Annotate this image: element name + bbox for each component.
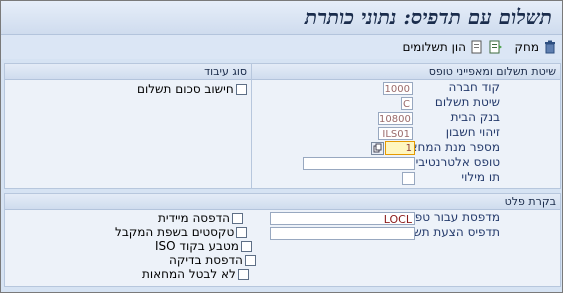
test-print-checkbox[interactable] xyxy=(244,254,256,266)
copy-icon xyxy=(373,143,382,153)
check-lot-field[interactable]: 1 xyxy=(385,141,415,155)
test-print-row[interactable]: הדפסת בדיקה xyxy=(169,253,256,267)
iso-currency-checkbox[interactable] xyxy=(240,240,252,252)
page-title: תשלום עם תדפיס: נתוני כותרת xyxy=(304,5,552,29)
output-control-section: בקרת פלט מדפסת עבור טפסים LOCL תדפיס הצע… xyxy=(4,193,561,287)
delete-button[interactable]: מחק xyxy=(514,38,558,56)
no-void-checks-row[interactable]: לא לבטל המחאות xyxy=(142,267,249,281)
search-help-button[interactable] xyxy=(371,142,384,155)
company-code-label: קוד חברה xyxy=(448,80,500,94)
title-bar: תשלום עם תדפיס: נתוני כותרת xyxy=(1,1,562,35)
filler-char-field[interactable] xyxy=(402,172,415,185)
calc-payment-amount-checkbox[interactable] xyxy=(235,83,247,95)
trash-icon xyxy=(542,39,558,55)
section-divider xyxy=(251,64,252,188)
iso-currency-row[interactable]: מטבע בקוד ISO xyxy=(155,239,252,253)
toolbar: מחק הון תשלומים xyxy=(1,35,562,59)
document-icon xyxy=(469,39,485,55)
recipient-language-label: טקסטים בשפת המקבל xyxy=(115,225,235,239)
print-immediately-label: הדפסה מיידית xyxy=(158,211,230,225)
recipient-language-row[interactable]: טקסטים בשפת המקבל xyxy=(115,225,248,239)
filler-char-label: תו מילוי xyxy=(461,170,500,184)
account-id-field[interactable]: ILS01 xyxy=(378,127,413,140)
alternate-form-label: טופס אלטרנטיבי xyxy=(415,155,500,169)
house-bank-label: בנק הבית xyxy=(450,110,500,124)
recipient-language-checkbox[interactable] xyxy=(236,226,248,238)
company-code-field[interactable]: 1000 xyxy=(383,82,413,95)
print-immediately-checkbox[interactable] xyxy=(231,212,243,224)
no-void-checks-label: לא לבטל המחאות xyxy=(142,267,236,281)
payment-method-section: שיטת תשלום ומאפייני טופס סוג עיבוד קוד ח… xyxy=(4,63,561,189)
payment-list-button[interactable]: הון תשלומים xyxy=(403,38,504,56)
form-printer-field[interactable]: LOCL xyxy=(270,212,415,226)
payment-list-label: הון תשלומים xyxy=(402,40,466,54)
proposal-print-field[interactable] xyxy=(270,227,415,240)
delete-label: מחק xyxy=(514,40,539,54)
processing-type-header: סוג עיבוד xyxy=(5,64,251,80)
iso-currency-label: מטבע בקוד ISO xyxy=(155,239,239,253)
print-immediately-row[interactable]: הדפסה מיידית xyxy=(158,211,243,225)
check-lot-label: מספר מנת המחאה xyxy=(401,140,500,154)
output-control-header: בקרת פלט xyxy=(5,194,560,210)
account-id-label: זיהוי חשבון xyxy=(445,125,500,139)
no-void-checks-checkbox[interactable] xyxy=(237,268,249,280)
payment-method-header: שיטת תשלום ומאפייני טופס xyxy=(252,64,560,80)
list-icon xyxy=(488,39,504,55)
payment-method-field[interactable]: C xyxy=(401,97,413,110)
sap-window: תשלום עם תדפיס: נתוני כותרת מחק הון תשלו… xyxy=(0,0,563,293)
calc-payment-amount-row[interactable]: חישוב סכום תשלום xyxy=(137,82,247,96)
alternate-form-field[interactable] xyxy=(303,157,415,170)
house-bank-field[interactable]: 10800 xyxy=(378,112,413,125)
calc-payment-amount-label: חישוב סכום תשלום xyxy=(137,82,234,96)
payment-method-label: שיטת תשלום xyxy=(434,95,500,109)
test-print-label: הדפסת בדיקה xyxy=(169,253,243,267)
